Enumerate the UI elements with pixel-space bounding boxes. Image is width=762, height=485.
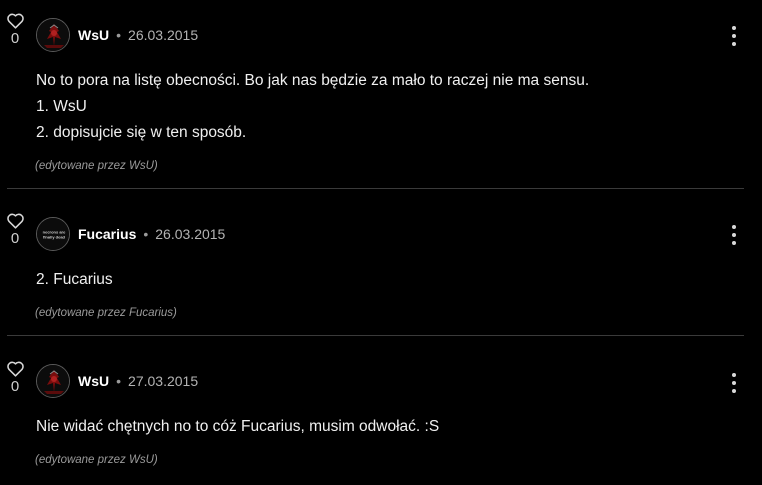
post-line: 2. Fucarius (36, 271, 113, 288)
avatar[interactable] (36, 18, 70, 52)
like-count: 0 (10, 30, 20, 47)
author-name[interactable]: Fucarius (78, 226, 136, 242)
edited-note: (edytowane przez WsU) (35, 160, 158, 172)
post-date: 26.03.2015 (155, 226, 226, 242)
avatar[interactable]: necrons are finally dead (36, 217, 70, 251)
meta-separator: • (116, 373, 122, 389)
kebab-menu-icon[interactable] (728, 26, 740, 46)
like-control[interactable]: 0 (5, 12, 25, 48)
comment-thread: 0 WsU • 26.03.2015 No to pora na listę o… (0, 0, 762, 485)
post-date: 27.03.2015 (128, 373, 199, 389)
post-body: 2. Fucarius (36, 267, 113, 293)
comment-post: 0 necrons are finally dead Fucarius • 26… (0, 189, 762, 336)
author-name[interactable]: WsU (78, 373, 109, 389)
post-header: WsU • 27.03.2015 (36, 363, 198, 399)
post-line: No to pora na listę obecności. Bo jak na… (36, 72, 590, 89)
heart-outline-icon[interactable] (6, 12, 25, 29)
like-control[interactable]: 0 (5, 212, 25, 248)
heart-outline-icon[interactable] (6, 212, 25, 229)
like-control[interactable]: 0 (5, 360, 25, 396)
kebab-menu-icon[interactable] (728, 225, 740, 245)
like-count: 0 (10, 378, 20, 395)
post-date: 26.03.2015 (128, 27, 199, 43)
post-line: 1. WsU (36, 98, 87, 115)
avatar[interactable] (36, 364, 70, 398)
kebab-menu-icon[interactable] (728, 373, 740, 393)
edited-note: (edytowane przez WsU) (35, 454, 158, 466)
heart-outline-icon[interactable] (6, 360, 25, 377)
author-name[interactable]: WsU (78, 27, 109, 43)
like-count: 0 (10, 230, 20, 247)
post-header: WsU • 26.03.2015 (36, 17, 198, 53)
meta-separator: • (116, 27, 122, 43)
meta-separator: • (143, 226, 149, 242)
post-line: Nie widać chętnych no to cóż Fucarius, m… (36, 418, 440, 435)
comment-post: 0 WsU • 27.03.2015 Nie widać chętnych no… (0, 336, 762, 485)
post-line: 2. dopisujcie się w ten sposób. (36, 124, 247, 141)
comment-post: 0 WsU • 26.03.2015 No to pora na listę o… (0, 0, 762, 189)
edited-note: (edytowane przez Fucarius) (35, 307, 177, 319)
avatar-text: finally dead (43, 235, 66, 240)
post-header: necrons are finally dead Fucarius • 26.0… (36, 216, 225, 252)
post-body: Nie widać chętnych no to cóż Fucarius, m… (36, 414, 439, 440)
post-body: No to pora na listę obecności. Bo jak na… (36, 68, 589, 146)
